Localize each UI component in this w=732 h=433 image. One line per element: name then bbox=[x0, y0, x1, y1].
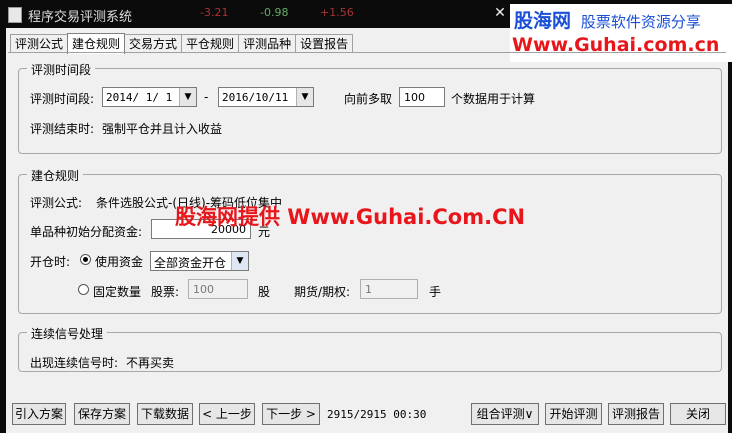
next-step-button[interactable]: 下一步 > bbox=[262, 403, 320, 425]
signal-group: 连续信号处理 bbox=[18, 325, 722, 372]
tab-bar: 评测公式 建仓规则 交易方式 平仓规则 评测品种 设置报告 bbox=[10, 32, 354, 54]
futures-unit: 手 bbox=[429, 285, 442, 299]
position-rules-legend: 建仓规则 bbox=[27, 167, 84, 184]
lookback-suffix: 个数据用于计算 bbox=[451, 92, 536, 106]
close-icon[interactable]: ✕ bbox=[492, 5, 508, 21]
chevron-down-icon[interactable]: ▼ bbox=[179, 88, 196, 106]
window-title: 程序交易评测系统 bbox=[28, 10, 133, 25]
signal-value: 不再买卖 bbox=[126, 356, 175, 370]
date-range-dash: - bbox=[204, 90, 209, 104]
background-chart-strip-right bbox=[728, 62, 732, 433]
stock-qty-value: 100 bbox=[193, 283, 214, 296]
tab-formula[interactable]: 评测公式 bbox=[10, 34, 69, 53]
futures-qty-value: 1 bbox=[365, 283, 372, 296]
use-capital-label: 使用资金 bbox=[95, 255, 144, 269]
futures-qty-input[interactable]: 1 bbox=[360, 279, 418, 299]
import-plan-button[interactable]: 引入方案 bbox=[12, 403, 66, 425]
use-capital-radio[interactable] bbox=[80, 254, 91, 265]
capital-mode-select[interactable]: 全部资金开仓 ▼ bbox=[150, 251, 249, 271]
stock-label: 股票: bbox=[151, 285, 180, 299]
end-behavior-value: 强制平仓并且计入收益 bbox=[102, 122, 223, 136]
start-date-value: 2014/ 1/ 1 bbox=[106, 91, 173, 104]
background-chart-strip bbox=[0, 28, 6, 433]
tab-report-settings[interactable]: 设置报告 bbox=[295, 34, 354, 53]
progress-status: 2915/2915 00:30 bbox=[327, 408, 427, 421]
period-legend: 评测时间段 bbox=[27, 61, 96, 78]
tab-trade-mode[interactable]: 交易方式 bbox=[124, 34, 183, 53]
brand-slogan: 股票软件资源分享 bbox=[580, 13, 701, 31]
close-button[interactable]: 关闭 bbox=[670, 403, 726, 425]
lookback-label: 向前多取 bbox=[344, 92, 393, 106]
capital-mode-value: 全部资金开仓 bbox=[154, 256, 227, 270]
tab-position-rules[interactable]: 建仓规则 bbox=[67, 33, 126, 54]
prev-step-button[interactable]: < 上一步 bbox=[199, 403, 255, 425]
lookback-input[interactable]: 100 bbox=[399, 87, 445, 107]
formula-label: 评测公式: bbox=[30, 196, 83, 210]
end-date-picker[interactable]: 2016/10/11 ▼ bbox=[218, 87, 314, 107]
capital-label: 单品种初始分配资金: bbox=[30, 225, 143, 239]
background-quote: +1.56 bbox=[320, 6, 354, 19]
lookback-value: 100 bbox=[404, 91, 425, 104]
fixed-qty-label: 固定数量 bbox=[93, 285, 142, 299]
tab-instruments[interactable]: 评测品种 bbox=[238, 34, 297, 53]
signal-legend: 连续信号处理 bbox=[27, 325, 108, 342]
chevron-down-icon[interactable]: ▼ bbox=[296, 88, 313, 106]
combo-eval-button[interactable]: 组合评测∨ bbox=[471, 403, 539, 425]
tab-close-rules[interactable]: 平仓规则 bbox=[181, 34, 240, 53]
save-plan-button[interactable]: 保存方案 bbox=[74, 403, 130, 425]
end-behavior-label: 评测结束时: bbox=[30, 122, 95, 136]
stock-qty-input[interactable]: 100 bbox=[188, 279, 248, 299]
signal-label: 出现连续信号时: bbox=[30, 356, 119, 370]
eval-report-button[interactable]: 评测报告 bbox=[608, 403, 664, 425]
period-group: 评测时间段 bbox=[18, 61, 722, 154]
chevron-down-icon[interactable]: ▼ bbox=[231, 252, 248, 270]
download-data-button[interactable]: 下载数据 bbox=[137, 403, 193, 425]
futures-label: 期货/期权: bbox=[294, 285, 351, 299]
end-date-value: 2016/10/11 bbox=[222, 91, 289, 104]
open-label: 开仓时: bbox=[30, 255, 71, 269]
background-quote: -3.21 bbox=[200, 6, 229, 19]
brand-name: 股海网 bbox=[514, 10, 572, 32]
stock-unit: 股 bbox=[258, 285, 271, 299]
start-date-picker[interactable]: 2014/ 1/ 1 ▼ bbox=[102, 87, 197, 107]
fixed-qty-radio[interactable] bbox=[78, 284, 89, 295]
period-label: 评测时间段: bbox=[30, 92, 95, 106]
start-eval-button[interactable]: 开始评测 bbox=[545, 403, 602, 425]
site-watermark: 股海网提供 Www.Guhai.Com.CN bbox=[175, 205, 526, 229]
background-quote: -0.98 bbox=[260, 6, 289, 19]
app-icon bbox=[8, 7, 22, 23]
